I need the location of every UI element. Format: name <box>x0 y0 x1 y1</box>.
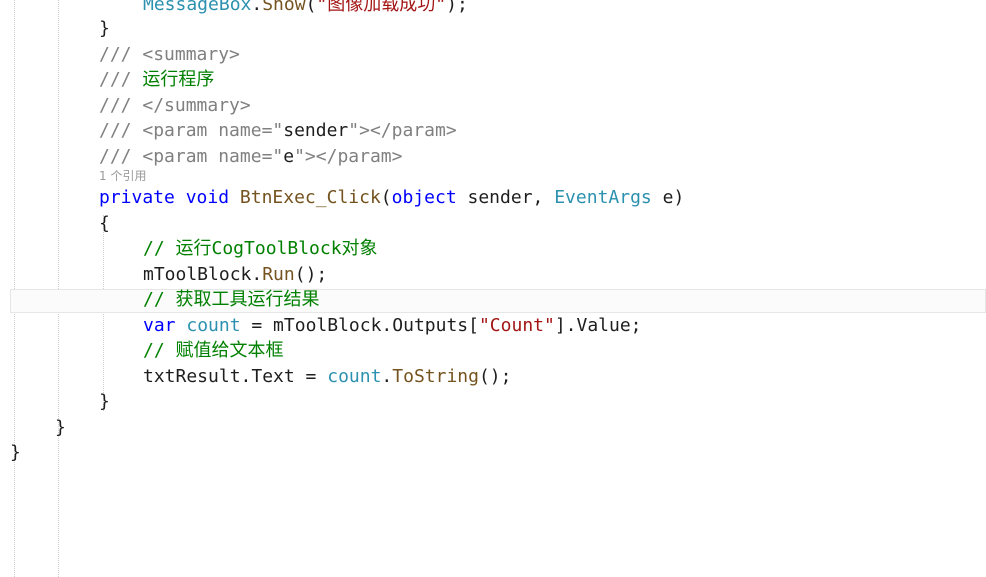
code-token: <summary> <box>142 44 240 65</box>
code-token: (); <box>294 264 328 285</box>
code-line[interactable]: } <box>10 440 21 466</box>
code-token: sender, <box>456 187 555 208</box>
code-token: object <box>391 187 457 208</box>
code-token: = mToolBlock.Outputs[ <box>240 315 479 336</box>
code-token: e <box>283 146 295 167</box>
code-line[interactable]: // 赋值给文本框 <box>143 338 284 364</box>
code-line[interactable]: // 运行CogToolBlock对象 <box>143 236 378 262</box>
code-token: (); <box>478 366 512 387</box>
code-token: void <box>185 187 230 208</box>
code-token: // 赋值给文本框 <box>143 340 284 361</box>
code-token: txtResult.Text = <box>143 366 328 387</box>
code-token: . <box>381 366 393 387</box>
code-editor[interactable]: 1 个引用 MessageBox.Show("图像加载成功");}/// <su… <box>0 0 986 577</box>
code-token: ( <box>380 187 392 208</box>
code-token: } <box>55 417 66 438</box>
code-token: BtnExec_Click <box>239 187 381 208</box>
code-token: ); <box>446 0 468 15</box>
code-token: MessageBox <box>143 0 252 15</box>
code-line[interactable]: /// </summary> <box>99 93 251 119</box>
code-token: } <box>99 391 110 412</box>
code-line[interactable]: txtResult.Text = count.ToString(); <box>143 364 511 390</box>
code-token: // 运行CogToolBlock对象 <box>143 238 378 259</box>
code-token: /// <box>99 95 143 116</box>
code-line[interactable]: mToolBlock.Run(); <box>143 262 327 288</box>
code-token: EventArgs <box>554 187 652 208</box>
code-line[interactable]: } <box>99 389 110 415</box>
code-line[interactable]: } <box>55 415 66 441</box>
code-token: /// <box>99 69 143 90</box>
indent-guide <box>103 215 104 411</box>
code-token: mToolBlock. <box>143 264 263 285</box>
code-line[interactable]: /// 运行程序 <box>99 67 214 93</box>
code-token: { <box>99 213 110 234</box>
code-token: Run <box>262 264 295 285</box>
code-token: } <box>99 18 110 39</box>
code-token: /// <box>99 120 143 141</box>
code-token: var <box>143 315 176 336</box>
code-token: sender <box>283 120 349 141</box>
code-token: . <box>251 0 263 15</box>
code-line[interactable]: { <box>99 211 110 237</box>
code-line[interactable]: /// <param name="sender"></param> <box>99 118 457 144</box>
code-token: <param name=" <box>142 120 284 141</box>
code-line[interactable]: } <box>99 16 110 42</box>
code-token: "图像加载成功" <box>316 0 447 15</box>
code-token: <param name=" <box>142 146 284 167</box>
code-token: "></param> <box>348 120 457 141</box>
code-token: private <box>99 187 175 208</box>
code-token: ( <box>305 0 317 15</box>
code-token: 运行程序 <box>142 69 215 90</box>
code-line[interactable]: var count = mToolBlock.Outputs["Count"].… <box>143 313 642 339</box>
code-line[interactable]: /// <param name="e"></param> <box>99 144 402 170</box>
code-token: Show <box>262 0 306 15</box>
code-token: count <box>327 366 382 387</box>
code-token: } <box>10 442 21 463</box>
code-line[interactable]: MessageBox.Show("图像加载成功"); <box>143 0 468 18</box>
code-token: // 获取工具运行结果 <box>143 289 320 310</box>
code-line[interactable]: private void BtnExec_Click(object sender… <box>99 185 684 211</box>
code-token: count <box>186 315 241 336</box>
code-token: ].Value; <box>554 315 642 336</box>
code-token: </summary> <box>142 95 251 116</box>
code-token: /// <box>99 44 143 65</box>
code-token: "Count" <box>478 315 555 336</box>
codelens-reference-count[interactable]: 1 个引用 <box>99 168 146 184</box>
code-token: /// <box>99 146 143 167</box>
code-token: ToString <box>392 366 479 387</box>
code-line[interactable]: /// <summary> <box>99 42 240 68</box>
code-token: "></param> <box>294 146 403 167</box>
code-line[interactable]: // 获取工具运行结果 <box>143 287 320 313</box>
code-token: e) <box>651 187 685 208</box>
